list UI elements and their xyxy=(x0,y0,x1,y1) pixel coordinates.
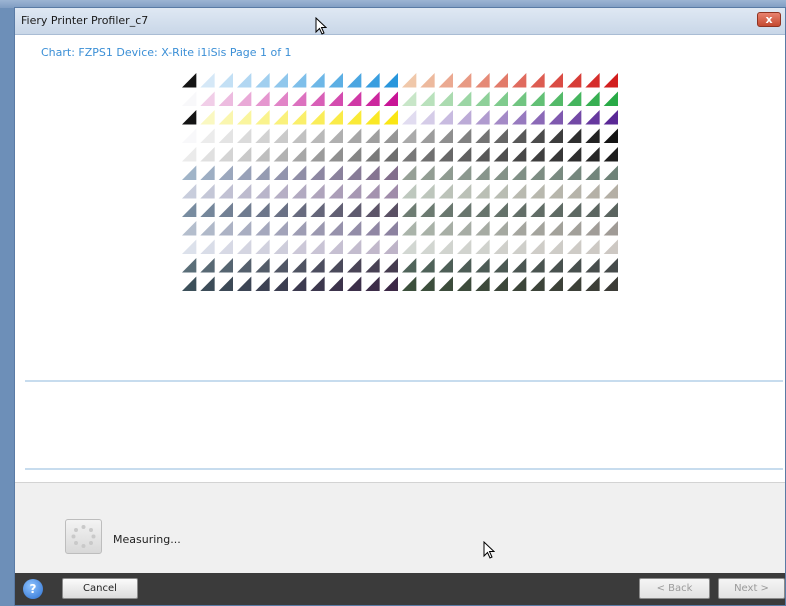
spinner-icon xyxy=(65,519,102,554)
cancel-button[interactable]: Cancel xyxy=(62,578,138,599)
window-title: Fiery Printer Profiler_c7 xyxy=(21,14,149,27)
chart-info-label: Chart: FZPS1 Device: X-Rite i1iSis Page … xyxy=(41,46,292,59)
separator-line xyxy=(25,380,783,382)
mouse-cursor-icon xyxy=(483,541,495,559)
next-button[interactable]: Next > xyxy=(718,578,785,599)
close-icon[interactable]: x xyxy=(757,12,781,27)
profiler-window: Fiery Printer Profiler_c7 x Chart: FZPS1… xyxy=(14,7,786,606)
separator-line xyxy=(25,468,783,470)
title-bar: Fiery Printer Profiler_c7 x xyxy=(15,8,785,35)
back-button[interactable]: < Back xyxy=(639,578,710,599)
footer-bar: ? Cancel < Back Next > xyxy=(15,573,785,605)
status-text: Measuring... xyxy=(113,533,181,546)
progress-panel: Measuring... xyxy=(15,482,785,573)
measurement-chart-preview xyxy=(182,73,618,291)
mouse-cursor-icon xyxy=(315,17,327,35)
help-icon[interactable]: ? xyxy=(23,579,43,599)
